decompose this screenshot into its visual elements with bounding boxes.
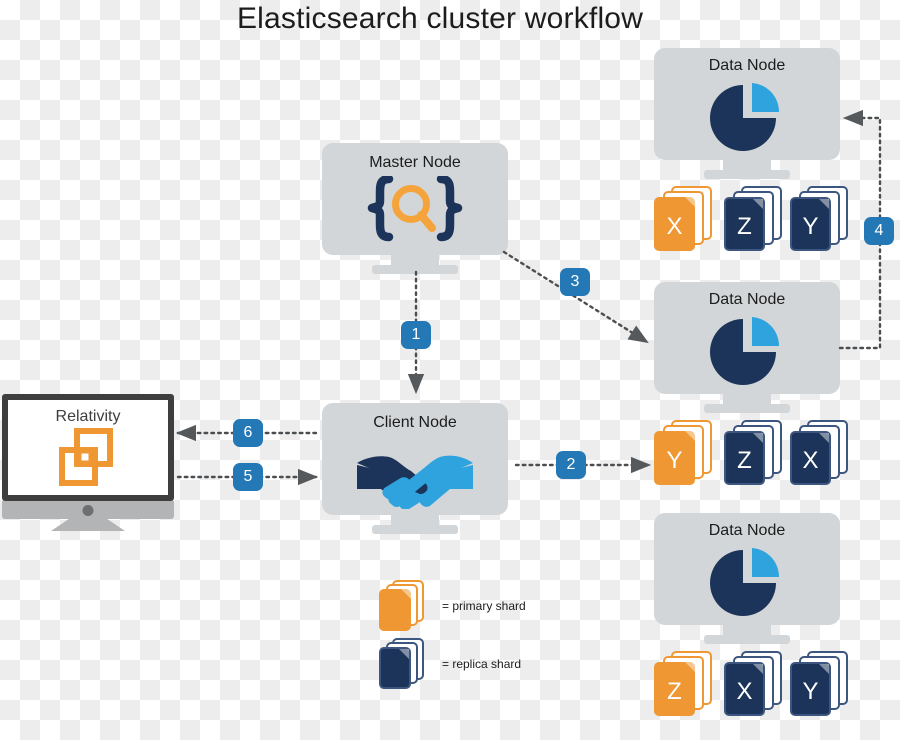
legend-swatch-replica	[378, 638, 434, 690]
fold-corner-icon	[753, 199, 763, 209]
step-badge-4[interactable]: 4	[864, 217, 894, 245]
fold-corner-icon	[685, 197, 695, 207]
master-node[interactable]: Master Node	[322, 143, 508, 274]
legend-item-replica: = replica shard	[378, 638, 521, 690]
data-node-1-base	[704, 170, 790, 179]
fold-corner-icon	[753, 433, 763, 443]
relativity-bezel: Relativity	[2, 394, 174, 501]
relativity-screen: Relativity	[8, 400, 168, 495]
fold-corner-icon	[819, 664, 829, 674]
page-title: Elasticsearch cluster workflow	[236, 2, 644, 35]
shard-card-front	[379, 589, 411, 631]
step-badge-3[interactable]: 3	[560, 268, 590, 296]
client-node-label: Client Node	[373, 414, 457, 431]
shard-stack-2-1[interactable]: Y	[653, 420, 715, 488]
shard-stack-2-3[interactable]: X	[789, 420, 851, 488]
relativity-monitor[interactable]: Relativity	[2, 394, 174, 539]
data-node-3-label: Data Node	[708, 522, 786, 539]
legend-swatch-primary	[378, 580, 434, 632]
fold-corner-icon	[685, 662, 695, 672]
fold-corner-icon	[753, 664, 763, 674]
master-node-base	[372, 265, 458, 274]
shard-stack-3-3[interactable]: Y	[789, 651, 851, 719]
fold-corner-icon	[401, 589, 411, 599]
fold-corner-icon	[399, 649, 409, 659]
arrow-step-3	[502, 250, 649, 344]
step-badge-5[interactable]: 5	[233, 463, 263, 491]
relativity-label: Relativity	[55, 408, 121, 425]
legend-label-primary: = primary shard	[442, 599, 526, 613]
shard-letter: X	[666, 213, 683, 240]
shard-letter: Z	[667, 678, 682, 705]
data-node-3[interactable]: Data Node	[654, 513, 840, 644]
shard-stack-1-1[interactable]: X	[653, 186, 715, 254]
shard-card-front	[379, 647, 411, 689]
shard-stack-1-2[interactable]: Z	[723, 186, 785, 254]
relativity-power-dot	[82, 505, 94, 516]
shard-letter: Z	[737, 447, 752, 474]
shard-stack-3-2[interactable]: X	[723, 651, 785, 719]
fold-corner-icon	[819, 433, 829, 443]
shard-stack-3-1[interactable]: Z	[653, 651, 715, 719]
overlapping-squares-icon	[53, 428, 123, 493]
step-badge-6[interactable]: 6	[233, 419, 263, 447]
relativity-stand	[51, 519, 125, 531]
diagram-canvas: Elasticsearch cluster workflow Master No…	[0, 0, 900, 740]
shard-letter: Y	[802, 678, 819, 705]
data-node-2-base	[704, 404, 790, 413]
shard-letter: Y	[802, 213, 819, 240]
legend-label-replica: = replica shard	[442, 657, 522, 671]
pie-chart-icon	[705, 312, 789, 397]
data-node-3-base	[704, 635, 790, 644]
shard-letter: X	[736, 678, 753, 705]
step-badge-1[interactable]: 1	[401, 321, 431, 349]
legend-item-primary: = primary shard	[378, 580, 526, 632]
braces-magnifier-icon	[359, 174, 471, 249]
data-node-2-label: Data Node	[708, 291, 786, 308]
pie-chart-icon	[705, 78, 789, 163]
pie-chart-icon	[705, 543, 789, 628]
master-node-label: Master Node	[369, 154, 461, 171]
handshake-icon	[355, 439, 475, 514]
data-node-2[interactable]: Data Node	[654, 282, 840, 413]
shard-letter: X	[802, 447, 819, 474]
fold-corner-icon	[819, 199, 829, 209]
shard-stack-1-3[interactable]: Y	[789, 186, 851, 254]
data-node-1-label: Data Node	[708, 57, 786, 74]
data-node-1[interactable]: Data Node	[654, 48, 840, 179]
shard-letter: Y	[666, 447, 683, 474]
fold-corner-icon	[685, 431, 695, 441]
client-node[interactable]: Client Node	[322, 403, 508, 534]
step-badge-2[interactable]: 2	[556, 451, 586, 479]
shard-stack-2-2[interactable]: Z	[723, 420, 785, 488]
client-node-base	[372, 525, 458, 534]
shard-letter: Z	[737, 213, 752, 240]
